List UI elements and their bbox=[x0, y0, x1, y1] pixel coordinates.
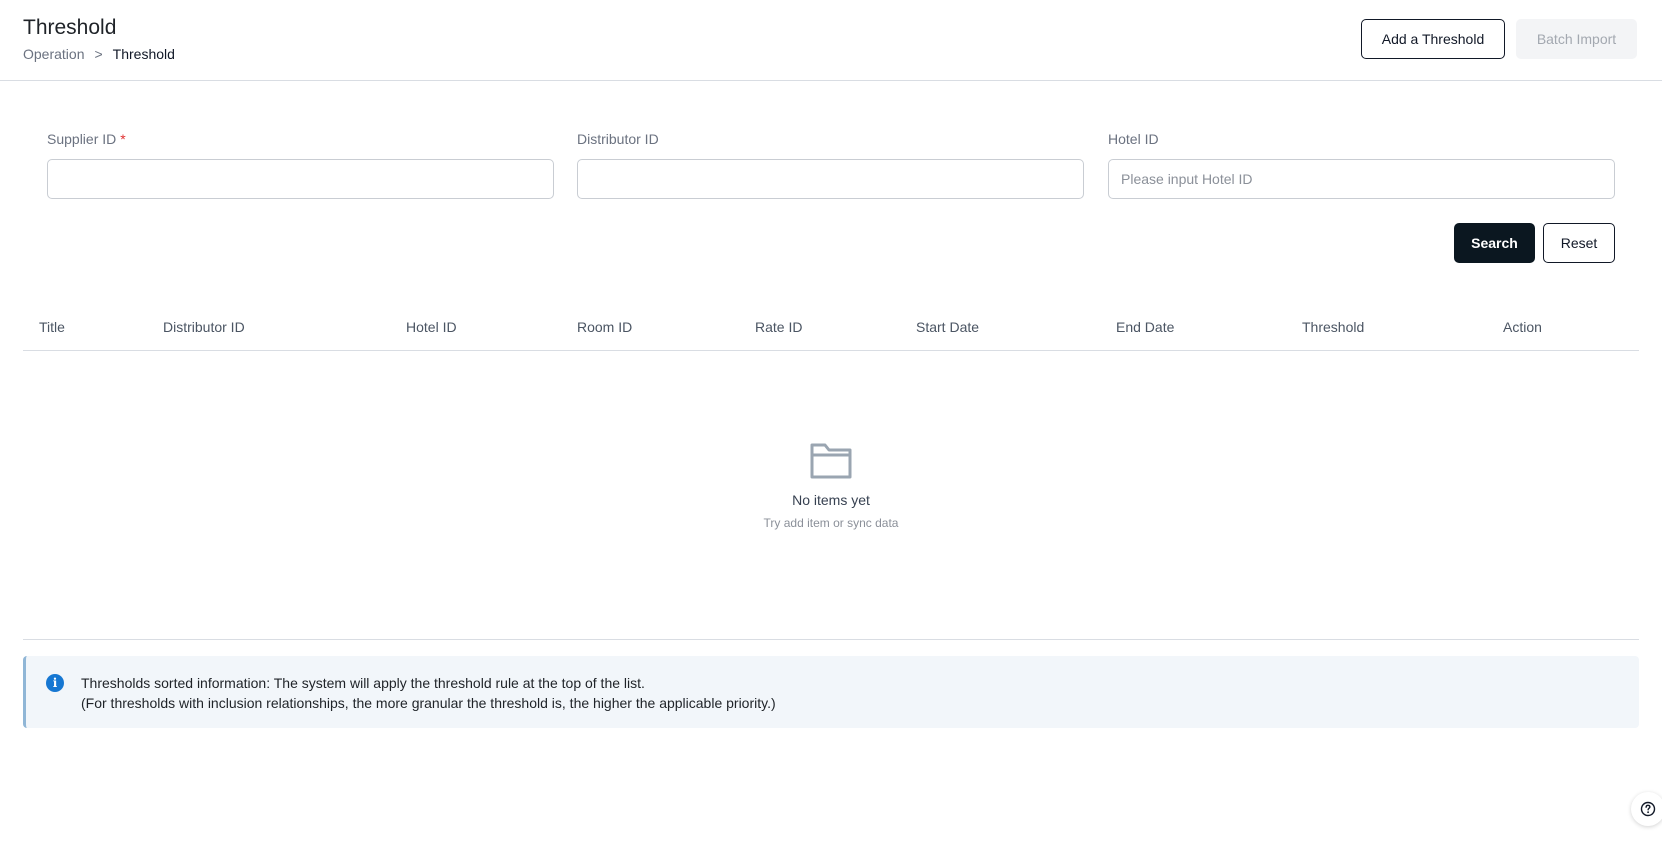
breadcrumb-separator: > bbox=[94, 46, 103, 62]
empty-state: No items yet Try add item or sync data bbox=[0, 440, 1662, 530]
info-notice: i Thresholds sorted information: The sys… bbox=[23, 656, 1639, 728]
distributor-id-label: Distributor ID bbox=[577, 131, 659, 147]
folder-icon bbox=[810, 443, 852, 479]
breadcrumb-item-current: Threshold bbox=[112, 46, 175, 62]
hotel-id-input[interactable] bbox=[1108, 159, 1615, 199]
distributor-id-input[interactable] bbox=[577, 159, 1084, 199]
help-icon bbox=[1640, 801, 1656, 817]
empty-state-subtitle: Try add item or sync data bbox=[763, 516, 899, 530]
table-footer-divider bbox=[23, 639, 1639, 640]
column-header-action: Action bbox=[1503, 319, 1542, 335]
notice-text: Thresholds sorted information: The syste… bbox=[81, 673, 776, 713]
column-header-room-id[interactable]: Room ID bbox=[577, 319, 632, 335]
required-mark: * bbox=[120, 131, 126, 147]
page-title: Threshold bbox=[23, 16, 117, 39]
column-header-title[interactable]: Title bbox=[39, 319, 65, 335]
notice-line-1: Thresholds sorted information: The syste… bbox=[81, 675, 645, 691]
column-header-rate-id[interactable]: Rate ID bbox=[755, 319, 802, 335]
column-header-distributor-id[interactable]: Distributor ID bbox=[163, 319, 245, 335]
column-header-hotel-id[interactable]: Hotel ID bbox=[406, 319, 457, 335]
column-header-end-date[interactable]: End Date bbox=[1116, 319, 1174, 335]
info-icon: i bbox=[46, 674, 64, 692]
search-button[interactable]: Search bbox=[1454, 223, 1535, 263]
add-threshold-button[interactable]: Add a Threshold bbox=[1361, 19, 1505, 59]
notice-line-2: (For thresholds with inclusion relations… bbox=[81, 695, 776, 711]
page-header: Threshold Operation > Threshold Add a Th… bbox=[0, 0, 1662, 81]
supplier-id-input[interactable] bbox=[47, 159, 554, 199]
empty-state-title: No items yet bbox=[792, 492, 870, 508]
hotel-id-label: Hotel ID bbox=[1108, 131, 1159, 147]
breadcrumb: Operation > Threshold bbox=[23, 46, 175, 62]
breadcrumb-item-operation[interactable]: Operation bbox=[23, 46, 84, 62]
batch-import-button[interactable]: Batch Import bbox=[1516, 19, 1637, 59]
column-header-threshold[interactable]: Threshold bbox=[1302, 319, 1364, 335]
column-header-start-date[interactable]: Start Date bbox=[916, 319, 979, 335]
table-header: Title Distributor ID Hotel ID Room ID Ra… bbox=[23, 307, 1639, 351]
supplier-id-label: Supplier ID * bbox=[47, 131, 126, 147]
reset-button[interactable]: Reset bbox=[1543, 223, 1615, 263]
help-button[interactable] bbox=[1631, 792, 1662, 826]
